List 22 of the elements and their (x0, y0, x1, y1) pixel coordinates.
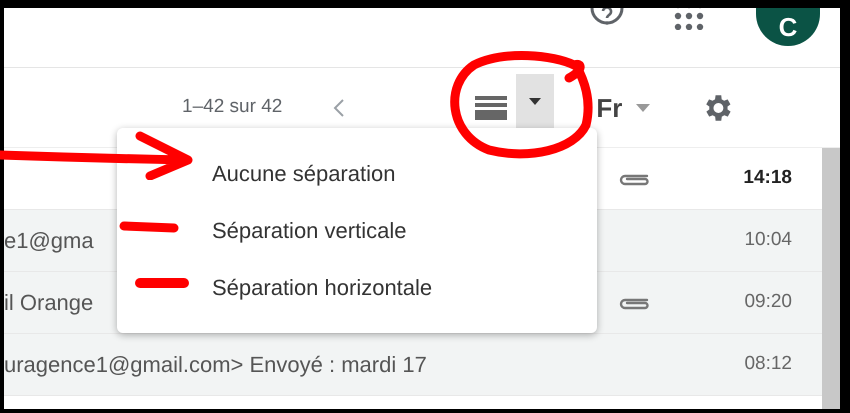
menu-item[interactable]: Séparation verticale (117, 202, 597, 259)
email-time: 10:04 (744, 228, 792, 252)
avatar[interactable]: C (756, 8, 820, 46)
email-time: 08:12 (744, 352, 792, 376)
email-sender: e1@gma (4, 228, 94, 253)
scrollbar[interactable] (822, 148, 840, 409)
pagination-text: 1–42 sur 42 (182, 95, 282, 120)
annotation-dash-drawing (134, 276, 190, 290)
email-row[interactable]: uragence1@gmail.com> Envoyé : mardi 17 08:12 (4, 334, 822, 396)
email-time: 09:20 (744, 290, 792, 314)
email-sender: il Orange (4, 290, 94, 315)
previous-page-icon[interactable] (332, 98, 346, 118)
input-tools-button[interactable]: Fr (596, 94, 622, 120)
email-sender: uragence1@gmail.com> Envoyé : mardi 17 (4, 352, 427, 377)
caret-icon[interactable] (636, 104, 650, 112)
menu-item[interactable]: Séparation horizontale (117, 259, 597, 316)
split-pane-dropdown[interactable] (516, 74, 554, 128)
caret-icon (529, 98, 542, 104)
split-pane-icon[interactable] (474, 94, 508, 120)
email-time: 14:18 (743, 166, 792, 190)
annotation-dash-drawing (118, 220, 180, 234)
menu-item[interactable]: Aucune séparation (117, 145, 597, 202)
